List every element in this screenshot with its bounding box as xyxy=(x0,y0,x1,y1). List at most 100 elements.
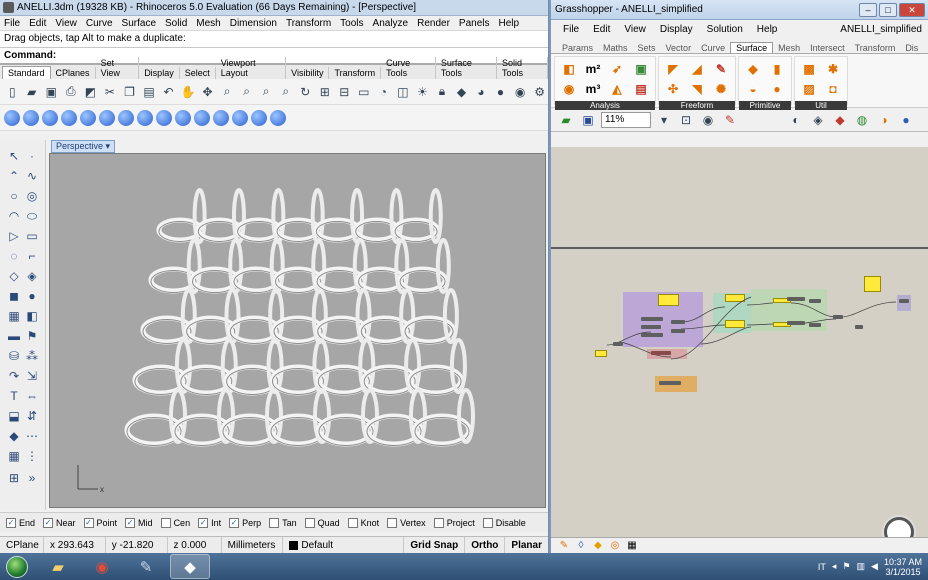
gh-component[interactable] xyxy=(641,317,663,321)
osnap-vertex[interactable]: Vertex xyxy=(387,517,426,528)
light-bulb-icon[interactable]: ☀ xyxy=(414,83,431,101)
zoom-selected-icon[interactable]: ⌕ xyxy=(277,83,294,101)
copy-icon[interactable]: ❐ xyxy=(121,83,138,101)
menu-analyze[interactable]: Analyze xyxy=(373,18,409,29)
select-icon[interactable]: ◔ xyxy=(375,83,392,101)
tab-solid-tools[interactable]: Solid Tools xyxy=(497,57,548,79)
document-preview-icon[interactable]: ● xyxy=(897,111,915,129)
osnap-end[interactable]: ✓ End xyxy=(6,517,35,528)
orange-flag-icon[interactable]: ⚑ xyxy=(24,328,40,344)
material-icon[interactable]: ◆ xyxy=(453,83,470,101)
divide-surface-icon[interactable]: ▩ xyxy=(797,59,821,79)
save-file-icon[interactable]: ▣ xyxy=(579,111,597,129)
gh-status-icon-1[interactable]: ✎ xyxy=(557,539,571,552)
curve-icon[interactable]: ∿ xyxy=(24,168,40,184)
isotrim-icon[interactable]: ✱ xyxy=(821,59,845,79)
arc-icon[interactable]: ◠ xyxy=(6,208,22,224)
osnap-perp[interactable]: ✓ Perp xyxy=(229,517,261,528)
gh-tab-mesh[interactable]: Mesh xyxy=(773,43,805,53)
tab-cplanes[interactable]: CPlanes xyxy=(51,67,96,79)
solid-box-icon[interactable]: ◼ xyxy=(6,288,22,304)
menu-help[interactable]: Help xyxy=(499,18,520,29)
ellipsoid-icon[interactable] xyxy=(61,109,77,126)
cap-holes-icon[interactable]: ▨ xyxy=(797,79,821,99)
cylinder-primitive-icon[interactable]: ▮ xyxy=(765,59,789,79)
color-wheel-icon[interactable]: ◕ xyxy=(473,83,490,101)
cone-icon[interactable] xyxy=(99,109,115,126)
area-icon[interactable]: m² xyxy=(581,59,605,79)
gh-menu-view[interactable]: View xyxy=(624,24,646,35)
zoom-window-icon[interactable]: ⌕ xyxy=(238,83,255,101)
clock[interactable]: 10:37 AM 3/1/2015 xyxy=(884,557,922,577)
bounding-box-icon[interactable]: ◉ xyxy=(557,79,581,99)
gh-component[interactable] xyxy=(671,329,685,333)
chrome-taskbar-button[interactable]: ◉ xyxy=(82,554,122,579)
options-icon[interactable]: ⚙ xyxy=(531,83,548,101)
menu-curve[interactable]: Curve xyxy=(86,18,113,29)
select-arrow-icon[interactable]: ↖ xyxy=(6,148,22,164)
zoom-extents-icon[interactable]: ⊡ xyxy=(677,111,695,129)
gh-tab-dis[interactable]: Dis xyxy=(900,43,923,53)
menu-mesh[interactable]: Mesh xyxy=(196,18,220,29)
osnap-checkbox[interactable] xyxy=(347,517,358,528)
gh-status-icon-5[interactable]: ▦ xyxy=(625,539,639,552)
osnap-point[interactable]: ✓ Point xyxy=(83,517,117,528)
gh-component[interactable] xyxy=(613,342,623,346)
gh-tab-transform[interactable]: Transform xyxy=(850,43,901,53)
gh-menu-solution[interactable]: Solution xyxy=(707,24,743,35)
solid-edit-icon[interactable] xyxy=(251,109,267,126)
tab-select[interactable]: Select xyxy=(180,67,216,79)
osnap-cen[interactable]: Cen xyxy=(160,517,190,528)
mesh-edit-icon[interactable]: ◧ xyxy=(24,308,40,324)
osnap-checkbox[interactable] xyxy=(269,517,280,528)
network-icon[interactable]: ▥ xyxy=(857,561,866,572)
osnap-knot[interactable]: Knot xyxy=(347,517,379,528)
extrude-srf-icon[interactable]: ◢ xyxy=(685,59,709,79)
tab-viewport-layout[interactable]: Viewport Layout xyxy=(216,57,287,79)
rhino-taskbar-button[interactable]: ◆ xyxy=(170,554,210,579)
block-icon[interactable]: ⬓ xyxy=(6,408,22,424)
menu-file[interactable]: File xyxy=(4,18,20,29)
sketch-brush-icon[interactable]: ✎ xyxy=(721,111,739,129)
menu-panels[interactable]: Panels xyxy=(459,18,490,29)
circle-center-icon[interactable]: ◎ xyxy=(24,188,40,204)
surface-icon[interactable]: ◇ xyxy=(6,268,22,284)
gh-menu-display[interactable]: Display xyxy=(660,24,693,35)
extrude-surface-icon[interactable]: ▬ xyxy=(6,328,22,344)
tab-set-view[interactable]: Set View xyxy=(96,57,140,79)
cylinder-icon[interactable] xyxy=(23,109,39,126)
gh-component[interactable] xyxy=(809,299,821,303)
loft-icon[interactable]: ◈ xyxy=(24,268,40,284)
menu-edit[interactable]: Edit xyxy=(29,18,46,29)
maximize-button[interactable]: □ xyxy=(879,2,897,17)
language-indicator[interactable]: IT xyxy=(818,562,826,572)
tab-standard[interactable]: Standard xyxy=(2,66,51,79)
rotate-view-icon[interactable]: ↻ xyxy=(297,83,314,101)
scale-icon[interactable]: ⇲ xyxy=(24,368,40,384)
render-sphere-icon[interactable]: ● xyxy=(492,83,509,101)
osnap-disable[interactable]: Disable xyxy=(482,517,526,528)
rotate-icon[interactable]: ↷ xyxy=(6,368,22,384)
grasshopper-canvas[interactable] xyxy=(551,147,928,537)
fillet-icon[interactable]: ⌐ xyxy=(24,248,40,264)
app-taskbar-button[interactable]: ✎ xyxy=(126,554,166,579)
gh-component[interactable] xyxy=(833,315,843,319)
osnap-mid[interactable]: ✓ Mid xyxy=(125,517,153,528)
explorer-taskbar-button[interactable]: ▰ xyxy=(38,554,78,579)
paste-icon[interactable]: ▤ xyxy=(141,83,158,101)
osnap-checkbox[interactable]: ✓ xyxy=(198,517,209,528)
osnap-checkbox[interactable]: ✓ xyxy=(83,517,94,528)
preview-eye-icon[interactable]: ◉ xyxy=(699,111,717,129)
merge-faces-icon[interactable]: ◘ xyxy=(821,79,845,99)
osnap-checkbox[interactable] xyxy=(387,517,398,528)
tab-curve-tools[interactable]: Curve Tools xyxy=(381,57,436,79)
gh-tab-maths[interactable]: Maths xyxy=(598,43,633,53)
box-icon[interactable] xyxy=(4,109,20,126)
menu-view[interactable]: View xyxy=(55,18,77,29)
cap-icon[interactable] xyxy=(270,109,286,126)
gh-component[interactable] xyxy=(671,320,685,324)
mesh-icon[interactable]: ▦ xyxy=(6,308,22,324)
zoom-level-select[interactable]: 11% xyxy=(601,111,651,128)
gh-menu-edit[interactable]: Edit xyxy=(593,24,610,35)
material-preview-icon[interactable]: ◑ xyxy=(875,111,893,129)
